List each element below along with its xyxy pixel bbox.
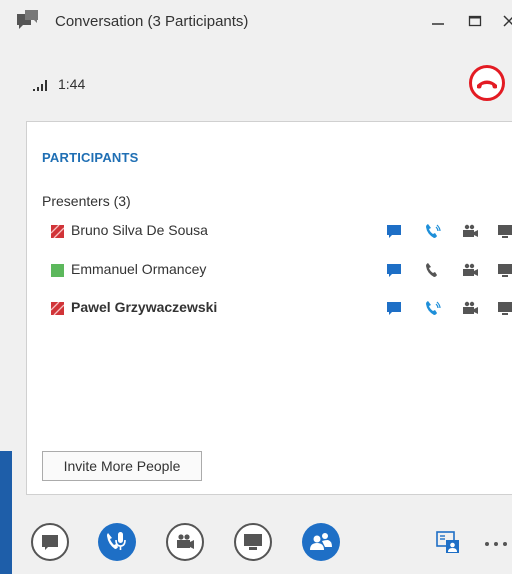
participant-row[interactable]: Emmanuel Ormancey	[51, 259, 512, 283]
video-icon[interactable]	[460, 298, 480, 318]
participant-name: Pawel Grzywaczewski	[71, 299, 218, 315]
video-icon[interactable]	[460, 260, 480, 280]
minimize-icon[interactable]	[429, 12, 447, 30]
phone-icon[interactable]	[423, 260, 443, 280]
available-status-icon	[51, 264, 64, 277]
busy-status-icon	[51, 225, 64, 238]
hang-up-button[interactable]	[468, 64, 506, 102]
signal-strength-icon	[33, 80, 47, 91]
chat-icon[interactable]	[384, 260, 404, 280]
call-timer: 1:44	[58, 76, 86, 92]
present-icon[interactable]	[233, 522, 273, 562]
presenters-group-label: Presenters (3)	[42, 193, 131, 209]
invite-more-people-button[interactable]: Invite More People	[42, 451, 202, 481]
chat-icon[interactable]	[384, 221, 404, 241]
more-options-icon[interactable]	[483, 530, 512, 554]
maximize-icon[interactable]	[466, 12, 484, 30]
video-icon[interactable]	[165, 522, 205, 562]
phone-icon[interactable]	[423, 221, 443, 241]
layout-icon[interactable]	[436, 530, 460, 554]
chat-icon[interactable]	[30, 522, 70, 562]
window-title: Conversation (3 Participants)	[55, 13, 249, 30]
people-icon[interactable]	[301, 522, 341, 562]
background-window-edge	[0, 451, 12, 574]
screen-share-icon[interactable]	[495, 221, 512, 241]
chat-icon[interactable]	[384, 298, 404, 318]
participants-heading: PARTICIPANTS	[42, 150, 139, 165]
phone-icon[interactable]	[423, 298, 443, 318]
conversation-app-icon	[17, 10, 38, 29]
participant-row[interactable]: Pawel Grzywaczewski	[51, 297, 512, 321]
video-icon[interactable]	[460, 221, 480, 241]
participant-name: Bruno Silva De Sousa	[71, 222, 208, 238]
participants-panel: PARTICIPANTS Presenters (3) Bruno Silva …	[26, 121, 512, 495]
participant-name: Emmanuel Ormancey	[71, 261, 207, 277]
screen-share-icon[interactable]	[495, 260, 512, 280]
busy-status-icon	[51, 302, 64, 315]
participant-row[interactable]: Bruno Silva De Sousa	[51, 220, 512, 244]
close-icon[interactable]	[500, 12, 512, 30]
microphone-icon[interactable]	[97, 522, 137, 562]
screen-share-icon[interactable]	[495, 298, 512, 318]
title-bar: Conversation (3 Participants)	[0, 0, 512, 42]
